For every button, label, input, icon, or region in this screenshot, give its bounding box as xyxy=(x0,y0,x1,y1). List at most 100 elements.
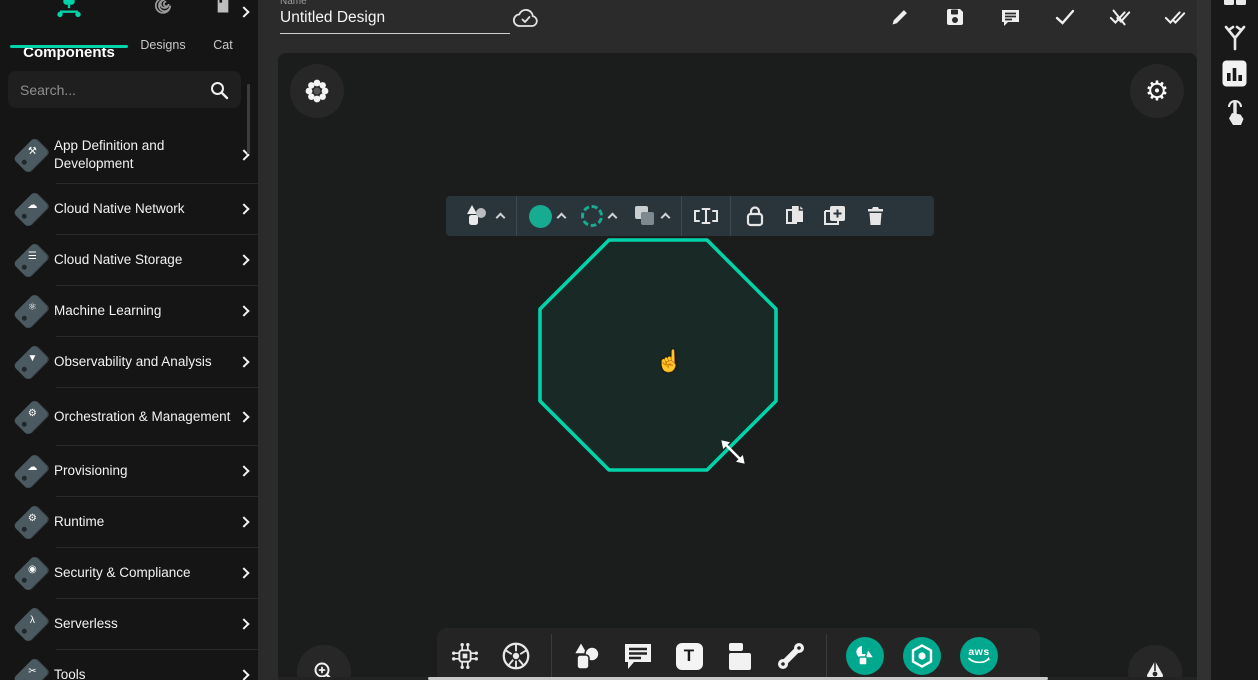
sidebar-item-tools[interactable]: ✂ Tools xyxy=(0,650,258,680)
component-tool-button[interactable] xyxy=(449,637,481,675)
designer-app: Components Designs Cat ⚒ xyxy=(0,0,1258,680)
sidebar-item-orchestration[interactable]: ⚙ Orchestration & Management xyxy=(0,388,258,445)
sidebar-item-serverless[interactable]: λ Serverless xyxy=(0,599,258,649)
copy-node-button[interactable] xyxy=(775,196,815,236)
gear-icon: ⚙ xyxy=(1145,76,1169,107)
category-tag-icon: ☁ xyxy=(8,449,54,493)
category-tag-icon: ▼ xyxy=(8,340,54,384)
aws-library-button[interactable]: aws xyxy=(960,637,998,675)
canvas-settings-button[interactable]: ⚙ xyxy=(1130,64,1184,118)
category-list: ⚒ App Definition and Development ☁ Cloud… xyxy=(0,126,258,680)
vertical-scrollbar[interactable] xyxy=(1197,0,1211,680)
validate-dock-button[interactable] xyxy=(1211,24,1258,52)
tab-designs[interactable]: Designs xyxy=(132,0,194,52)
validate-button[interactable] xyxy=(1054,6,1076,28)
kubernetes-wheel-icon xyxy=(500,639,532,673)
text-icon: T xyxy=(676,643,703,670)
active-tab-underline xyxy=(10,45,128,48)
text-tool-button[interactable]: T xyxy=(673,637,705,675)
search-icon xyxy=(209,80,229,100)
delete-node-button[interactable] xyxy=(855,196,895,236)
selected-octagon-node[interactable] xyxy=(536,236,781,475)
chevron-right-icon xyxy=(238,254,249,265)
check-icon xyxy=(1054,7,1076,27)
chevron-up-icon xyxy=(608,213,618,223)
note-tool-button[interactable] xyxy=(724,637,756,675)
comment-tool-button[interactable] xyxy=(622,637,654,675)
hexagon-icon xyxy=(910,644,934,668)
dashboard-button[interactable] xyxy=(1211,60,1258,87)
kubernetes-tool-button[interactable] xyxy=(500,637,532,675)
category-tag-icon: ✂ xyxy=(8,653,54,680)
table-view-button[interactable] xyxy=(1211,0,1258,6)
sidebar-tabs: Components Designs Cat xyxy=(0,0,258,60)
sidebar-scrollbar[interactable] xyxy=(247,84,250,154)
fill-color-button[interactable] xyxy=(521,205,573,228)
chevron-up-icon xyxy=(557,213,567,223)
sidebar-item-cloud-native-network[interactable]: ☁ Cloud Native Network xyxy=(0,184,258,234)
main-area: Name xyxy=(258,0,1211,680)
shapes-icon xyxy=(854,645,876,667)
duplicate-node-button[interactable] xyxy=(815,196,855,236)
chevron-up-icon xyxy=(661,213,671,223)
bar-chart-icon xyxy=(1222,60,1247,87)
touch-icon xyxy=(1222,96,1248,126)
freehand-draw-button[interactable] xyxy=(1128,645,1182,680)
sidebar-item-app-definition[interactable]: ⚒ App Definition and Development xyxy=(0,126,258,183)
table-icon xyxy=(1223,0,1247,6)
node-context-toolbar xyxy=(446,196,934,236)
tab-designs-label: Designs xyxy=(132,38,194,52)
comment-button[interactable] xyxy=(999,6,1021,28)
design-canvas[interactable]: ⚙ xyxy=(278,53,1197,680)
sidebar-item-cloud-native-storage[interactable]: ☰ Cloud Native Storage xyxy=(0,235,258,285)
sidebar-item-provisioning[interactable]: ☁ Provisioning xyxy=(0,446,258,496)
add-copy-icon xyxy=(823,204,847,228)
lock-node-button[interactable] xyxy=(735,196,775,236)
category-tag-icon: ☰ xyxy=(8,238,54,282)
chevron-right-icon xyxy=(238,203,249,214)
interaction-mode-button[interactable] xyxy=(1211,96,1258,126)
zoom-in-button[interactable] xyxy=(297,645,351,680)
edge-tool-button[interactable] xyxy=(775,637,807,675)
deploy-button[interactable] xyxy=(1164,6,1186,28)
sidebar-item-machine-learning[interactable]: ⚛ Machine Learning xyxy=(0,286,258,336)
tab-catalog[interactable]: Cat xyxy=(202,0,244,52)
pencil-icon xyxy=(890,7,910,27)
tab-components[interactable]: Components xyxy=(8,0,130,61)
copy-icon xyxy=(784,204,806,228)
save-button[interactable] xyxy=(944,6,966,28)
comment-icon xyxy=(622,641,654,671)
link-nodes-icon xyxy=(775,640,807,672)
lock-icon xyxy=(745,205,765,227)
shapes-library-button[interactable] xyxy=(846,637,884,675)
search-input[interactable] xyxy=(20,82,209,98)
undeploy-button[interactable] xyxy=(1109,6,1131,28)
category-tag-icon: ⚙ xyxy=(8,395,54,439)
sidebar-item-observability[interactable]: ▼ Observability and Analysis xyxy=(0,337,258,387)
fill-color-swatch xyxy=(529,205,552,228)
layers-icon xyxy=(632,204,656,228)
sidebar-item-runtime[interactable]: ⚙ Runtime xyxy=(0,497,258,547)
shape-picker-button[interactable] xyxy=(456,203,512,229)
design-name-input[interactable] xyxy=(280,7,510,34)
shapes-tool-button[interactable] xyxy=(571,637,603,675)
kubernetes-library-button[interactable] xyxy=(903,637,941,675)
chevron-right-icon xyxy=(238,618,249,629)
dashed-stroke-swatch xyxy=(581,205,603,227)
save-icon xyxy=(945,7,965,27)
meshery-operator-button[interactable] xyxy=(290,64,344,118)
shapes-icon xyxy=(571,640,603,672)
chevron-right-icon xyxy=(238,411,249,422)
edit-button[interactable] xyxy=(889,6,911,28)
note-icon xyxy=(725,641,755,671)
layer-order-button[interactable] xyxy=(624,204,677,228)
stroke-style-button[interactable] xyxy=(573,205,624,227)
category-tag-icon: λ xyxy=(8,602,54,646)
rename-node-button[interactable] xyxy=(686,196,726,236)
flower-icon xyxy=(304,78,330,104)
component-search[interactable] xyxy=(8,71,241,108)
category-tag-icon: ⚙ xyxy=(8,500,54,544)
sidebar-item-security-compliance[interactable]: ◉ Security & Compliance xyxy=(0,548,258,598)
aws-icon: aws xyxy=(968,647,990,666)
canvas-tools-toolbar: T aws xyxy=(437,628,1040,680)
